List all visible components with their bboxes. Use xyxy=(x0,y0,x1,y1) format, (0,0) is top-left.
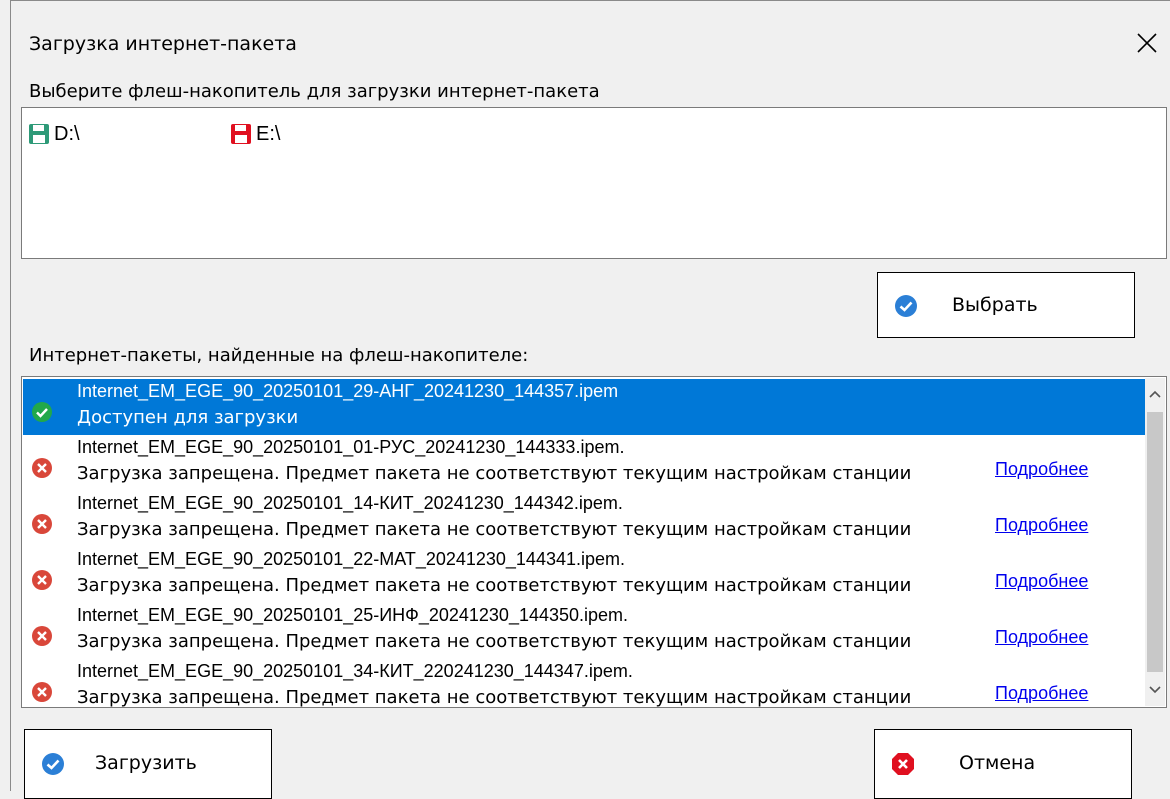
scroll-thumb[interactable] xyxy=(1147,412,1163,672)
details-link[interactable]: Подробнее xyxy=(995,683,1088,704)
select-button[interactable]: Выбрать xyxy=(877,272,1135,338)
package-name: Internet_EM_EGE_90_20250101_34-КИТ_22024… xyxy=(77,661,633,681)
floppy-disk-icon xyxy=(231,124,251,144)
drive-item-e[interactable]: E:\ xyxy=(230,120,280,148)
details-link[interactable]: Подробнее xyxy=(995,627,1088,648)
details-link[interactable]: Подробнее xyxy=(995,515,1088,536)
package-status: Загрузка запрещена. Предмет пакета не со… xyxy=(77,463,912,484)
scroll-up-button[interactable] xyxy=(1147,384,1163,404)
list-item[interactable]: Internet_EM_EGE_90_20250101_14-КИТ_20241… xyxy=(23,491,1147,547)
close-icon xyxy=(1137,33,1157,53)
drives-label: Выберите флеш-накопитель для загрузки ин… xyxy=(29,81,600,102)
scroll-down-button[interactable] xyxy=(1147,680,1163,700)
chevron-up-icon xyxy=(1149,390,1161,398)
package-status: Загрузка запрещена. Предмет пакета не со… xyxy=(77,519,912,540)
details-link[interactable]: Подробнее xyxy=(995,571,1088,592)
list-item[interactable]: Internet_EM_EGE_90_20250101_22-МАТ_20241… xyxy=(23,547,1147,603)
package-name: Internet_EM_EGE_90_20250101_14-КИТ_20241… xyxy=(77,493,623,513)
vertical-scrollbar[interactable] xyxy=(1145,378,1165,706)
error-icon xyxy=(31,513,53,539)
cancel-icon xyxy=(891,752,915,776)
cancel-button-label: Отмена xyxy=(959,752,1036,774)
list-item[interactable]: Internet_EM_EGE_90_20250101_34-КИТ_22024… xyxy=(23,659,1147,708)
drive-label: E:\ xyxy=(256,122,281,145)
drive-item-d[interactable]: D:\ xyxy=(28,120,80,148)
package-status: Загрузка запрещена. Предмет пакета не со… xyxy=(77,687,912,708)
title-bar: Загрузка интернет-пакета xyxy=(11,1,1170,81)
window-title: Загрузка интернет-пакета xyxy=(29,33,297,55)
package-status: Загрузка запрещена. Предмет пакета не со… xyxy=(77,575,912,596)
ok-icon xyxy=(31,401,53,427)
error-icon xyxy=(31,681,53,707)
upload-dialog: Загрузка интернет-пакета Выберите флеш-н… xyxy=(10,0,1170,799)
close-button[interactable] xyxy=(1129,25,1165,61)
select-button-label: Выбрать xyxy=(952,294,1038,316)
error-icon xyxy=(31,625,53,651)
cancel-button[interactable]: Отмена xyxy=(874,729,1132,799)
details-link[interactable]: Подробнее xyxy=(995,459,1088,480)
package-status: Загрузка запрещена. Предмет пакета не со… xyxy=(77,631,912,652)
drive-label: D:\ xyxy=(54,122,80,145)
error-icon xyxy=(31,569,53,595)
package-name: Internet_EM_EGE_90_20250101_29-АНГ_20241… xyxy=(77,381,619,401)
list-item[interactable]: Internet_EM_EGE_90_20250101_25-ИНФ_20241… xyxy=(23,603,1147,659)
package-status: Доступен для загрузки xyxy=(77,407,299,428)
package-name: Internet_EM_EGE_90_20250101_01-РУС_20241… xyxy=(77,437,625,457)
check-circle-icon xyxy=(894,294,918,318)
list-item[interactable]: Internet_EM_EGE_90_20250101_01-РУС_20241… xyxy=(23,435,1147,491)
load-button-label: Загрузить xyxy=(95,752,197,774)
drive-list[interactable]: D:\ E:\ xyxy=(21,107,1167,259)
packages-label: Интернет-пакеты, найденные на флеш-накоп… xyxy=(29,345,529,366)
floppy-disk-icon xyxy=(29,124,49,144)
list-item[interactable]: Internet_EM_EGE_90_20250101_29-АНГ_20241… xyxy=(23,379,1147,435)
chevron-down-icon xyxy=(1149,686,1161,694)
error-icon xyxy=(31,457,53,483)
package-list[interactable]: Internet_EM_EGE_90_20250101_29-АНГ_20241… xyxy=(21,376,1167,708)
load-button[interactable]: Загрузить xyxy=(24,729,272,799)
package-name: Internet_EM_EGE_90_20250101_25-ИНФ_20241… xyxy=(77,605,629,625)
package-name: Internet_EM_EGE_90_20250101_22-МАТ_20241… xyxy=(77,549,626,569)
check-circle-icon xyxy=(41,752,65,776)
